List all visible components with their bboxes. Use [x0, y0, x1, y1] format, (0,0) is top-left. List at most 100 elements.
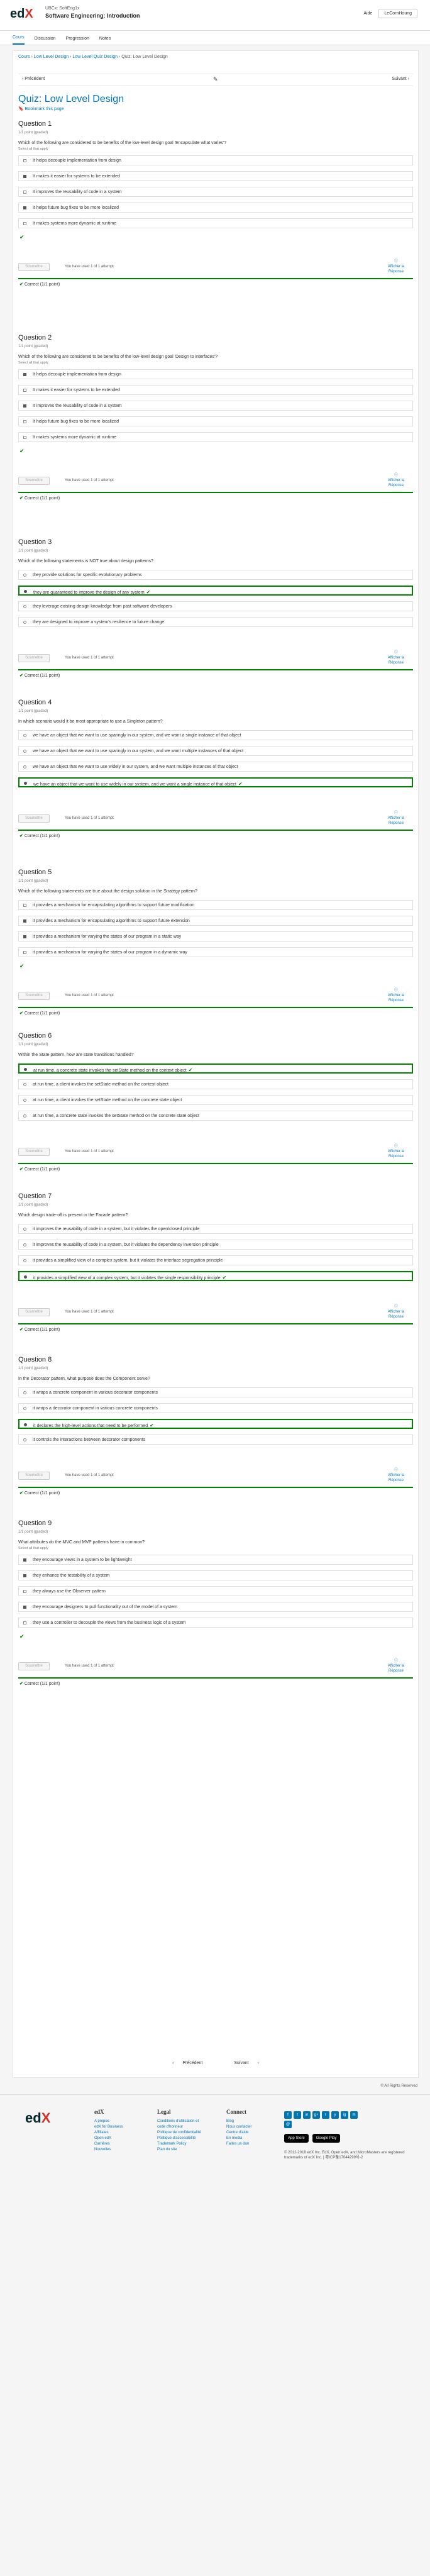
bookmark-button[interactable]: 🔖 Bookmark this page — [18, 106, 64, 111]
footer-link[interactable]: Centre d'aide — [226, 2130, 251, 2136]
show-answer-button[interactable]: ⓘ Afficher la Réponse — [380, 1304, 412, 1319]
answer-option[interactable]: It makes systems more dynamic at runtime — [18, 432, 413, 442]
checkbox[interactable] — [23, 389, 26, 392]
answer-option[interactable]: It helps decouple implementation from de… — [18, 369, 413, 379]
checkbox[interactable] — [23, 420, 26, 423]
breadcrumb-subsection[interactable]: Low Level Quiz Design — [72, 55, 118, 59]
answer-option[interactable]: it declares the high-level actions that … — [18, 1419, 413, 1429]
answer-option[interactable]: we have an object that we want to use wi… — [18, 777, 413, 787]
submit-button[interactable]: Soumettre — [18, 1308, 50, 1316]
answer-option[interactable]: they always use the Observer pattern — [18, 1586, 413, 1596]
footer-link[interactable]: Affiliates — [94, 2130, 123, 2136]
submit-button[interactable]: Soumettre — [18, 654, 50, 662]
footer-link[interactable]: edX for Business — [94, 2124, 123, 2130]
answer-option[interactable]: at run time, a concrete state invokes th… — [18, 1063, 413, 1074]
checkbox[interactable] — [23, 1558, 26, 1562]
checkbox[interactable] — [23, 373, 26, 376]
facebook-icon[interactable]: f — [284, 2111, 292, 2119]
checkbox[interactable] — [23, 404, 26, 408]
radio-button[interactable] — [23, 765, 26, 769]
answer-option[interactable]: we have an object that we want to use sp… — [18, 746, 413, 756]
answer-option[interactable]: we have an object that we want to use sp… — [18, 730, 413, 740]
submit-button[interactable]: Soumettre — [18, 1148, 50, 1156]
breadcrumb-section[interactable]: Low Level Design — [34, 55, 69, 59]
answer-option[interactable]: it provides a mechanism for encapsulatin… — [18, 916, 413, 926]
radio-button[interactable] — [23, 1391, 26, 1394]
radio-button[interactable] — [23, 734, 26, 737]
radio-button[interactable] — [24, 1068, 27, 1071]
checklist-icon[interactable]: ✎ — [213, 76, 218, 83]
submit-button[interactable]: Soumettre — [18, 992, 50, 1000]
radio-button[interactable] — [23, 1114, 26, 1118]
answer-option[interactable]: they leverage existing design knowledge … — [18, 601, 413, 611]
answer-option[interactable]: it provides a simplified view of a compl… — [18, 1271, 413, 1281]
answer-option[interactable]: they use a controller to decouple the vi… — [18, 1618, 413, 1628]
prev-button[interactable]: ‹ Précédent — [22, 77, 45, 81]
tab-course[interactable]: Cours — [13, 35, 25, 45]
radio-button[interactable] — [24, 1275, 27, 1279]
footer-link[interactable]: Open edX — [94, 2136, 123, 2141]
next-button[interactable]: Suivant › — [392, 77, 409, 81]
radio-button[interactable] — [23, 1259, 26, 1262]
answer-option[interactable]: they are guaranteed to improve the desig… — [18, 586, 413, 596]
answer-option[interactable]: It improves the reusability of code in a… — [18, 401, 413, 411]
footer-link[interactable]: Faites un don — [226, 2141, 251, 2147]
answer-option[interactable]: they are designed to improve a system's … — [18, 617, 413, 627]
answer-option[interactable]: at run time, a client invokes the setSta… — [18, 1079, 413, 1089]
footer-link[interactable]: Plan du site — [157, 2147, 207, 2153]
checkbox[interactable] — [23, 935, 26, 938]
checkbox[interactable] — [23, 1606, 26, 1609]
breadcrumb-course[interactable]: Cours — [18, 55, 30, 59]
checkbox[interactable] — [23, 206, 26, 209]
footer-link[interactable]: Politique de confidentialité — [157, 2130, 207, 2136]
reddit-icon[interactable]: r — [322, 2111, 329, 2119]
radio-button[interactable] — [23, 1099, 26, 1102]
checkbox[interactable] — [23, 159, 26, 162]
google-plus-icon[interactable]: g+ — [312, 2111, 320, 2119]
bottom-prev-button[interactable]: ‹ Précédent — [172, 2061, 210, 2065]
answer-option[interactable]: it provides a simplified view of a compl… — [18, 1255, 413, 1265]
help-link[interactable]: Aide — [363, 11, 372, 16]
footer-link[interactable]: Blog — [226, 2119, 251, 2124]
show-answer-button[interactable]: ⓘ Afficher la Réponse — [380, 259, 412, 274]
radio-button[interactable] — [24, 782, 27, 785]
radio-button[interactable] — [23, 1438, 26, 1441]
answer-option[interactable]: we have an object that we want to use wi… — [18, 762, 413, 772]
show-answer-button[interactable]: ⓘ Afficher la Réponse — [380, 988, 412, 1003]
checkbox[interactable] — [23, 951, 26, 954]
tab-progress[interactable]: Progression — [66, 36, 89, 45]
answer-option[interactable]: it provides a mechanism for varying the … — [18, 947, 413, 957]
radio-button[interactable] — [23, 605, 26, 608]
answer-option[interactable]: it wraps a decorator component in variou… — [18, 1403, 413, 1413]
bottom-next-button[interactable]: Suivant › — [226, 2061, 259, 2065]
answer-option[interactable]: It makes it easier for systems to be ext… — [18, 385, 413, 395]
show-answer-button[interactable]: ⓘ Afficher la Réponse — [380, 650, 412, 665]
checkbox[interactable] — [23, 919, 26, 923]
footer-link[interactable]: Nous contacter — [226, 2124, 251, 2130]
answer-option[interactable]: it improves the reusability of code in a… — [18, 1224, 413, 1234]
footer-link[interactable]: Politique d'accessibilité — [157, 2136, 207, 2141]
radio-button[interactable] — [23, 574, 26, 577]
answer-option[interactable]: they enhance the testability of a system — [18, 1570, 413, 1580]
footer-link[interactable]: Conditions d'utilisation et code d'honne… — [157, 2119, 207, 2130]
checkbox[interactable] — [23, 191, 26, 194]
radio-button[interactable] — [24, 1423, 27, 1426]
show-answer-button[interactable]: ⓘ Afficher la Réponse — [380, 1144, 412, 1159]
twitter-icon[interactable]: t — [294, 2111, 301, 2119]
answer-option[interactable]: it wraps a concrete component in various… — [18, 1387, 413, 1397]
answer-option[interactable]: It helps future bug fixes to be more loc… — [18, 203, 413, 213]
show-answer-button[interactable]: ⓘ Afficher la Réponse — [380, 473, 412, 488]
youtube-icon[interactable]: y — [331, 2111, 339, 2119]
google-play-badge[interactable]: Google Play — [312, 2134, 341, 2143]
app-store-badge[interactable]: App Store — [284, 2134, 309, 2143]
answer-option[interactable]: it improves the reusability of code in a… — [18, 1240, 413, 1250]
submit-button[interactable]: Soumettre — [18, 1662, 50, 1670]
show-answer-button[interactable]: ⓘ Afficher la Réponse — [380, 811, 412, 826]
answer-option[interactable]: It makes systems more dynamic at runtime — [18, 218, 413, 228]
tab-notes[interactable]: Notes — [99, 36, 111, 45]
answer-option[interactable]: It improves the reusability of code in a… — [18, 187, 413, 197]
show-answer-button[interactable]: ⓘ Afficher la Réponse — [380, 1658, 412, 1674]
user-menu-button[interactable]: LeCornHoung — [378, 9, 417, 18]
footer-link[interactable]: Trademark Policy — [157, 2141, 207, 2147]
footer-link[interactable]: A propos — [94, 2119, 123, 2124]
